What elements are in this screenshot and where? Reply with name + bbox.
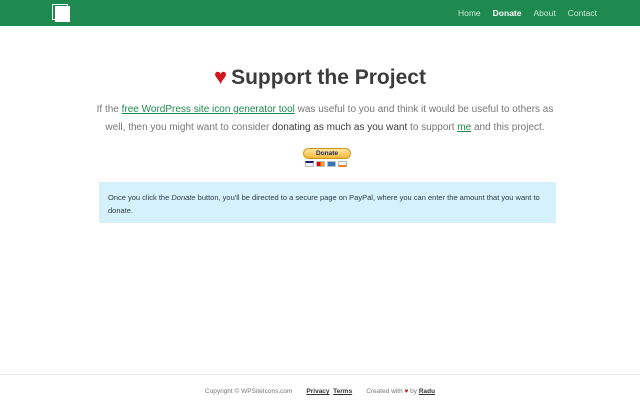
lead-text-4: and this project.: [471, 122, 545, 133]
by-text: by: [408, 388, 419, 395]
lead-paragraph: If the free WordPress site icon generato…: [96, 101, 554, 137]
copyright-text: Copyright © WPSiteIcons.com: [204, 388, 293, 395]
discover-icon: [338, 161, 347, 167]
donate-button-label[interactable]: Donate: [303, 148, 351, 159]
visa-icon: [305, 161, 314, 167]
tool-link[interactable]: free WordPress site icon generator tool: [122, 104, 295, 115]
nav-menu: Home Donate About Contact: [458, 0, 597, 26]
pages-logo-icon[interactable]: [52, 4, 71, 22]
card-icons: [305, 161, 347, 167]
mastercard-icon: [316, 161, 325, 167]
footer: Copyright © WPSiteIcons.com Privacy Terms…: [0, 374, 640, 409]
created-with-text: Created with: [366, 388, 405, 395]
me-link[interactable]: me: [457, 122, 471, 133]
nav-item-about[interactable]: About: [533, 8, 555, 18]
lead-text-1: If the: [96, 104, 122, 115]
paypal-donate-button[interactable]: Donate: [303, 148, 351, 170]
nav-item-donate[interactable]: Donate: [493, 8, 522, 18]
heart-icon: ♥: [214, 64, 228, 89]
navbar: Home Donate About Contact: [0, 0, 640, 26]
nav-item-home[interactable]: Home: [458, 8, 481, 18]
footer-content: Copyright © WPSiteIcons.com Privacy Terms…: [0, 388, 640, 395]
terms-link[interactable]: Terms: [333, 388, 352, 395]
lead-emphasis: donating as much as you want: [272, 122, 408, 133]
amex-icon: [327, 161, 336, 167]
privacy-link[interactable]: Privacy: [306, 388, 329, 395]
info-alert: Once you click the Donate button, you'll…: [99, 182, 556, 223]
info-text-1: Once you click the: [108, 193, 172, 202]
page-title-text: Support the Project: [231, 66, 426, 89]
nav-item-contact[interactable]: Contact: [568, 8, 597, 18]
page-title: ♥ Support the Project: [0, 64, 640, 90]
lead-text-3: to support: [407, 122, 458, 133]
author-link[interactable]: Radu: [419, 388, 435, 395]
info-emphasis: Donate: [171, 193, 196, 202]
